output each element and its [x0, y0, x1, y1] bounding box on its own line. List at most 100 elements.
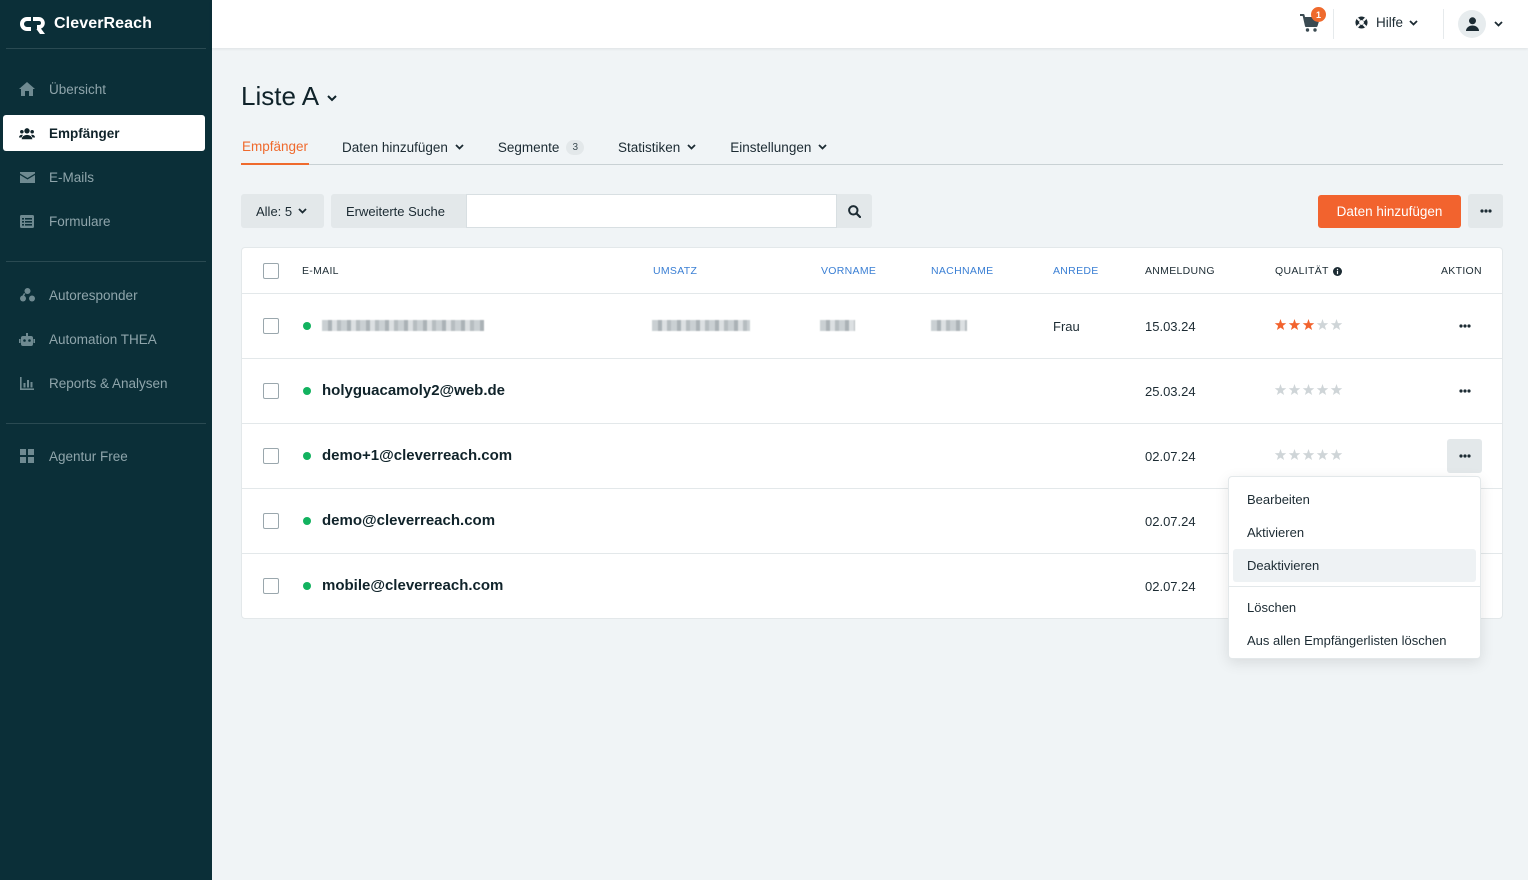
row-action-button[interactable] [1447, 439, 1482, 473]
table-row[interactable]: Frau 15.03.24 [242, 294, 1502, 359]
extended-search-button[interactable]: Erweiterte Suche [331, 194, 466, 228]
user-icon [1465, 17, 1479, 31]
recipient-email[interactable]: demo+1@cleverreach.com [322, 447, 512, 464]
ellipsis-icon [1458, 454, 1471, 458]
star-empty-icon [1274, 449, 1287, 461]
sidebar-item-agentur[interactable]: Agentur Free [3, 438, 205, 474]
tab-statistiken[interactable]: Statistiken [617, 130, 697, 164]
sidebar-item-autoresponder[interactable]: Autoresponder [3, 277, 205, 313]
recipient-email[interactable]: holyguacamoly2@web.de [322, 382, 505, 399]
table-row[interactable]: holyguacamoly2@web.de 25.03.24 [242, 359, 1502, 424]
tab-einstellungen[interactable]: Einstellungen [729, 130, 828, 164]
row-checkbox[interactable] [263, 383, 279, 399]
chevron-down-icon [1494, 21, 1503, 27]
row-checkbox[interactable] [263, 448, 279, 464]
sidebar-item-emails[interactable]: E-Mails [3, 159, 205, 195]
sidebar-item-automation-thea[interactable]: Automation THEA [3, 321, 205, 357]
tab-empfaenger[interactable]: Empfänger [241, 130, 310, 165]
menu-item-deaktivieren[interactable]: Deaktivieren [1233, 549, 1476, 582]
segment-count-badge: 3 [566, 139, 584, 155]
table-header: E-MAIL UMSATZ VORNAME NACHNAME ANREDE AN… [242, 248, 1502, 294]
ellipsis-icon [1458, 389, 1471, 393]
menu-item-bearbeiten[interactable]: Bearbeiten [1233, 483, 1476, 516]
more-options-button[interactable] [1468, 194, 1503, 228]
tab-label: Einstellungen [730, 139, 812, 155]
column-nachname[interactable]: NACHNAME [931, 265, 994, 277]
search-button[interactable] [837, 194, 872, 228]
sidebar-item-label: E-Mails [49, 169, 95, 185]
filter-label: Alle: 5 [256, 203, 293, 219]
recipient-anmeldung: 25.03.24 [1145, 384, 1196, 399]
help-menu[interactable]: Hilfe [1355, 15, 1418, 30]
chevron-down-icon [327, 95, 337, 102]
column-qualitaet-label: QUALITÄT [1275, 265, 1329, 277]
home-icon [19, 81, 35, 97]
tab-bar: Empfänger Daten hinzufügen Segmente 3 St… [241, 130, 1503, 165]
sidebar-item-empfaenger[interactable]: Empfänger [3, 115, 205, 151]
sidebar-item-label: Reports & Analysen [49, 375, 168, 391]
sidebar-item-formulare[interactable]: Formulare [3, 203, 205, 239]
star-empty-icon [1330, 319, 1343, 331]
chart-icon [19, 375, 35, 391]
sidebar-item-uebersicht[interactable]: Übersicht [3, 71, 205, 107]
tab-daten-hinzufuegen[interactable]: Daten hinzufügen [341, 130, 465, 164]
column-umsatz[interactable]: UMSATZ [653, 265, 697, 277]
menu-item-loeschen[interactable]: Löschen [1233, 591, 1476, 624]
status-active-dot [303, 322, 311, 330]
menu-divider [1229, 586, 1480, 587]
star-empty-icon [1316, 449, 1329, 461]
quality-rating [1274, 319, 1343, 331]
status-active-dot [303, 387, 311, 395]
status-active-dot [303, 517, 311, 525]
menu-item-aus-allen-listen-loeschen[interactable]: Aus allen Empfängerlisten löschen [1233, 624, 1476, 657]
avatar [1458, 10, 1486, 38]
topbar-divider [1443, 9, 1444, 39]
topbar: 1 Hilfe [212, 0, 1528, 48]
status-active-dot [303, 452, 311, 460]
status-active-dot [303, 582, 311, 590]
recipient-anmeldung: 02.07.24 [1145, 449, 1196, 464]
row-checkbox[interactable] [263, 318, 279, 334]
add-data-button[interactable]: Daten hinzufügen [1318, 195, 1461, 228]
column-email: E-MAIL [302, 265, 339, 277]
select-all-checkbox[interactable] [263, 263, 279, 279]
tab-segmente[interactable]: Segmente 3 [497, 130, 585, 164]
autoresponder-icon [19, 287, 35, 303]
row-checkbox[interactable] [263, 513, 279, 529]
recipient-anrede: Frau [1053, 319, 1080, 334]
sidebar-item-reports[interactable]: Reports & Analysen [3, 365, 205, 401]
star-empty-icon [1330, 384, 1343, 396]
info-icon[interactable] [1332, 266, 1342, 276]
page-title-text: Liste A [241, 81, 320, 111]
ellipsis-icon [1458, 324, 1471, 328]
sidebar-item-label: Automation THEA [49, 331, 157, 347]
recipient-email[interactable]: demo@cleverreach.com [322, 512, 495, 529]
page-title[interactable]: Liste A [241, 81, 337, 112]
star-empty-icon [1288, 384, 1301, 396]
tab-label: Daten hinzufügen [342, 139, 448, 155]
chevron-down-icon [1409, 19, 1418, 26]
form-icon [19, 213, 35, 229]
search-input[interactable] [466, 194, 837, 228]
lifebuoy-icon [1355, 16, 1368, 29]
logo[interactable]: CleverReach [0, 0, 212, 48]
column-vorname[interactable]: VORNAME [821, 265, 876, 277]
column-anrede[interactable]: ANREDE [1053, 265, 1099, 277]
star-filled-icon [1302, 319, 1315, 331]
sidebar-item-label: Empfänger [49, 125, 120, 141]
sidebar-item-label: Agentur Free [49, 448, 128, 464]
row-action-button[interactable] [1447, 374, 1482, 408]
sidebar-item-label: Autoresponder [49, 287, 138, 303]
menu-item-aktivieren[interactable]: Aktivieren [1233, 516, 1476, 549]
envelope-icon [19, 169, 35, 185]
row-checkbox[interactable] [263, 578, 279, 594]
filter-dropdown[interactable]: Alle: 5 [241, 194, 324, 228]
recipient-email[interactable]: mobile@cleverreach.com [322, 577, 503, 594]
tab-label: Segmente [497, 139, 560, 155]
toolbar: Alle: 5 Erweiterte Suche Daten hinzufüge… [241, 194, 1503, 228]
sidebar-item-label: Formulare [49, 213, 111, 229]
tab-label: Statistiken [618, 139, 681, 155]
search-icon [848, 204, 861, 218]
user-menu[interactable] [1458, 10, 1503, 38]
row-action-button[interactable] [1447, 309, 1482, 343]
